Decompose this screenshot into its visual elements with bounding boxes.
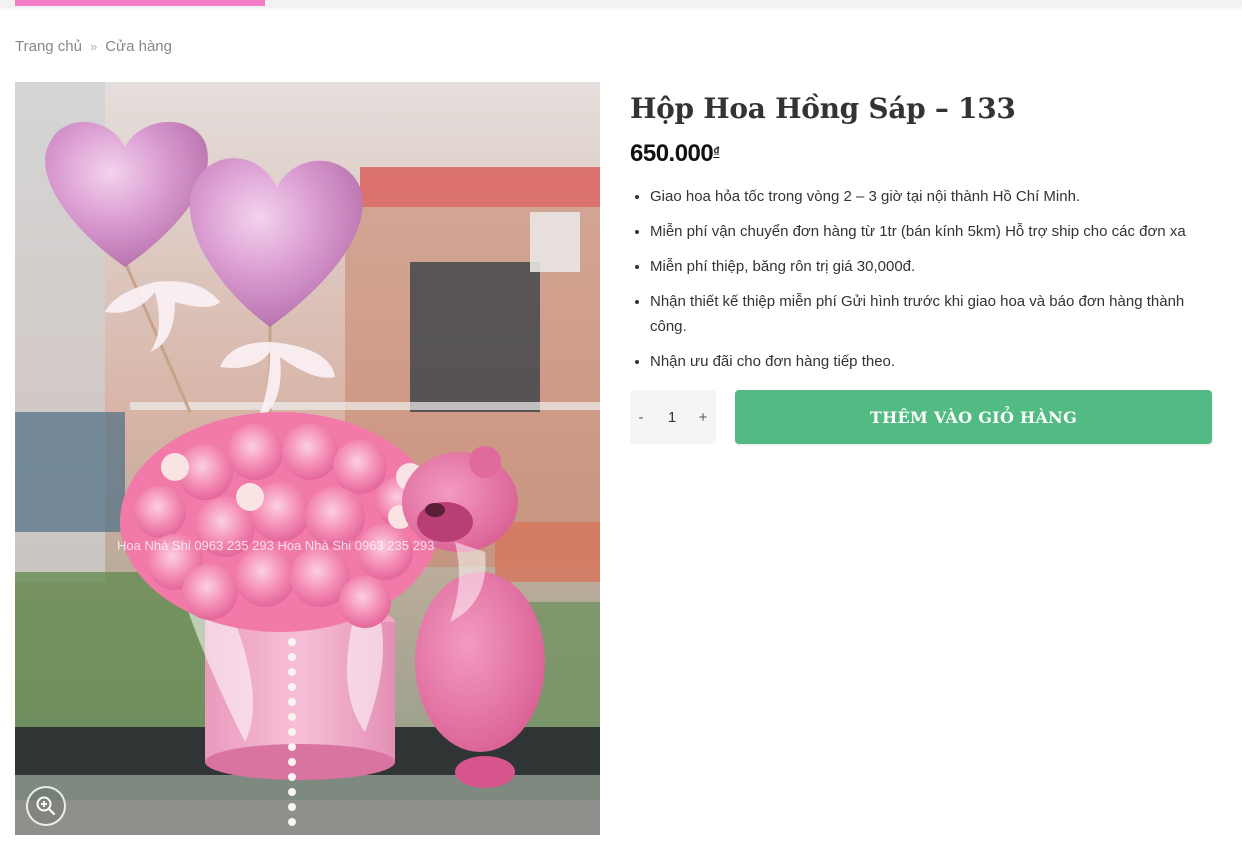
breadcrumb: Trang chủ » Cửa hàng xyxy=(15,38,172,55)
header-bar xyxy=(0,0,1242,7)
product-price: 650.000₫ xyxy=(630,138,1215,170)
quantity-stepper: - + xyxy=(630,390,716,444)
add-to-cart-button[interactable]: THÊM VÀO GIỎ HÀNG xyxy=(735,390,1212,444)
zoom-button[interactable] xyxy=(26,786,66,826)
feature-item: Nhận ưu đãi cho đơn hàng tiếp theo. xyxy=(650,349,1215,374)
feature-item: Nhận thiết kế thiệp miễn phí Gửi hình tr… xyxy=(650,289,1215,339)
feature-item: Giao hoa hỏa tốc trong vòng 2 – 3 giờ tạ… xyxy=(650,184,1215,209)
header-accent-bar xyxy=(15,0,265,6)
price-amount: 650.000 xyxy=(630,140,714,167)
zoom-icon xyxy=(36,796,56,816)
breadcrumb-home-link[interactable]: Trang chủ xyxy=(15,38,82,55)
quantity-minus-button[interactable]: - xyxy=(630,390,652,444)
price-currency: ₫ xyxy=(713,144,720,159)
feature-item: Miễn phí vận chuyển đơn hàng từ 1tr (bán… xyxy=(650,219,1215,244)
product-title: Hộp Hoa Hồng Sáp – 133 xyxy=(630,92,1016,125)
feature-list: Giao hoa hỏa tốc trong vòng 2 – 3 giờ tạ… xyxy=(630,184,1215,374)
product-summary: Hộp Hoa Hồng Sáp – 133 650.000₫ Giao hoa… xyxy=(630,88,1215,384)
quantity-plus-button[interactable]: + xyxy=(692,390,714,444)
add-to-cart-form: - + THÊM VÀO GIỎ HÀNG xyxy=(630,390,1212,444)
product-photo: Hoa Nhà Shi 0963 235 293 Hoa Nhà Shi 096… xyxy=(15,82,600,835)
breadcrumb-shop-link[interactable]: Cửa hàng xyxy=(105,38,172,55)
quantity-input[interactable] xyxy=(652,391,692,443)
image-watermark: Hoa Nhà Shi 0963 235 293 Hoa Nhà Shi 096… xyxy=(117,538,434,553)
product-image[interactable]: Hoa Nhà Shi 0963 235 293 Hoa Nhà Shi 096… xyxy=(15,82,600,835)
feature-item: Miễn phí thiệp, băng rôn trị giá 30,000đ… xyxy=(650,254,1215,279)
breadcrumb-separator: » xyxy=(89,39,98,54)
